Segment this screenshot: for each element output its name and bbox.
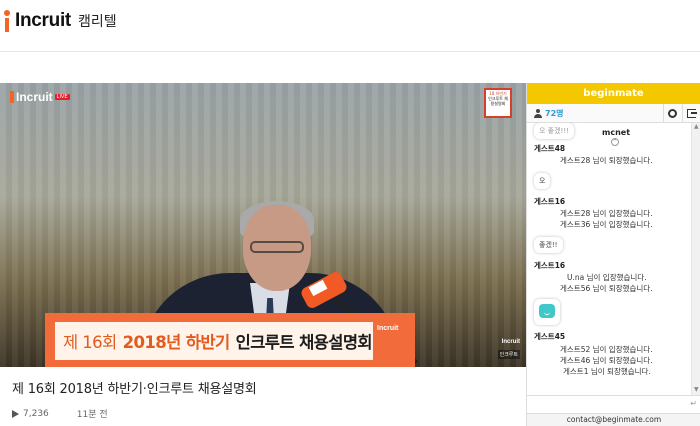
logo-subtitle: 캠리텔 — [77, 14, 117, 30]
chat-username: 게스트45 — [534, 332, 566, 341]
exit-icon — [687, 109, 697, 118]
video-watermark: Incruit — [501, 339, 520, 345]
chat-footer-contact[interactable]: contact@beginmate.com — [527, 413, 700, 426]
video-meta: 7,236 11분 전 — [12, 407, 108, 420]
chat-system-message: 게스트28 님이 입장했습니다. — [560, 209, 653, 218]
chat-bubble: 오 좋겠!!! — [534, 123, 574, 139]
chat-system-message: 게스트1 님이 퇴장했습니다. — [563, 367, 651, 376]
video-title: 제 16회 2018년 하반기·인크루트 채용설명회 — [12, 382, 257, 397]
user-icon — [534, 108, 542, 118]
smile-emoticon-icon — [539, 304, 555, 318]
video-watermark-label: 인크루트 — [497, 350, 520, 359]
gear-icon — [668, 109, 677, 118]
chat-message-list[interactable]: 오 좋겠!!! mcnet ^ 게스트48 게스트28 님이 퇴장했습니다. 오… — [527, 123, 692, 395]
time-ago: 11분 전 — [76, 410, 108, 420]
logo-mark-icon — [3, 10, 13, 32]
chat-system-message: 게스트36 님이 입장했습니다. — [560, 220, 653, 229]
chat-system-message: 게스트46 님이 퇴장했습니다. — [560, 356, 653, 365]
chat-panel: beginmate 72명 오 좋겠!!! mcnet ^ 게스트48 게스트2… — [526, 83, 700, 426]
scroll-up-icon[interactable]: ▲ — [694, 123, 699, 130]
chat-bubble: 오 — [534, 173, 551, 189]
chat-username: 게스트16 — [534, 197, 566, 206]
chat-toolbar: 72명 — [527, 104, 700, 123]
podium-banner: 제 16회 2018년 하반기 인크루트 채용설명회 Incruit — [45, 313, 415, 367]
video-player[interactable]: Incruit LIVE 18 하반기 인크루트 채용설명회 제 16회 201… — [0, 83, 526, 367]
send-icon[interactable]: ↵ — [690, 399, 697, 408]
chat-input[interactable]: ↵ — [527, 395, 700, 413]
chat-header: beginmate — [527, 83, 700, 104]
chat-system-message: 게스트52 님이 입장했습니다. — [560, 345, 653, 354]
video-logo: Incruit LIVE — [10, 90, 70, 104]
settings-button[interactable] — [663, 104, 681, 123]
live-badge: LIVE — [54, 94, 70, 100]
incruit-logo[interactable]: Incruit 캠리텔 — [3, 8, 117, 34]
user-count[interactable]: 72명 — [545, 108, 564, 119]
chat-mcnet-label: mcnet — [602, 128, 631, 137]
chevron-up-icon[interactable]: ^ — [611, 138, 619, 146]
logo-text: Incruit — [15, 10, 71, 31]
scroll-down-icon[interactable]: ▼ — [694, 386, 699, 393]
chat-emoticon — [534, 299, 560, 325]
site-header: Incruit 캠리텔 — [0, 0, 700, 52]
chat-system-message: U.na 님이 입장했습니다. — [567, 273, 647, 282]
chat-bubble: 좋겠!! — [534, 237, 563, 253]
event-badge: 18 하반기 인크루트 채용설명회 — [484, 88, 512, 118]
play-count-icon — [12, 409, 19, 418]
view-count: 7,236 — [23, 408, 49, 419]
chat-username: 게스트16 — [534, 261, 566, 270]
chat-system-message: 게스트56 님이 퇴장했습니다. — [560, 284, 653, 293]
chat-username: 게스트48 — [534, 144, 566, 153]
exit-button[interactable] — [682, 104, 700, 123]
chat-scrollbar[interactable]: ▲ ▼ — [691, 123, 700, 395]
chat-system-message: 게스트28 님이 퇴장했습니다. — [560, 156, 653, 165]
